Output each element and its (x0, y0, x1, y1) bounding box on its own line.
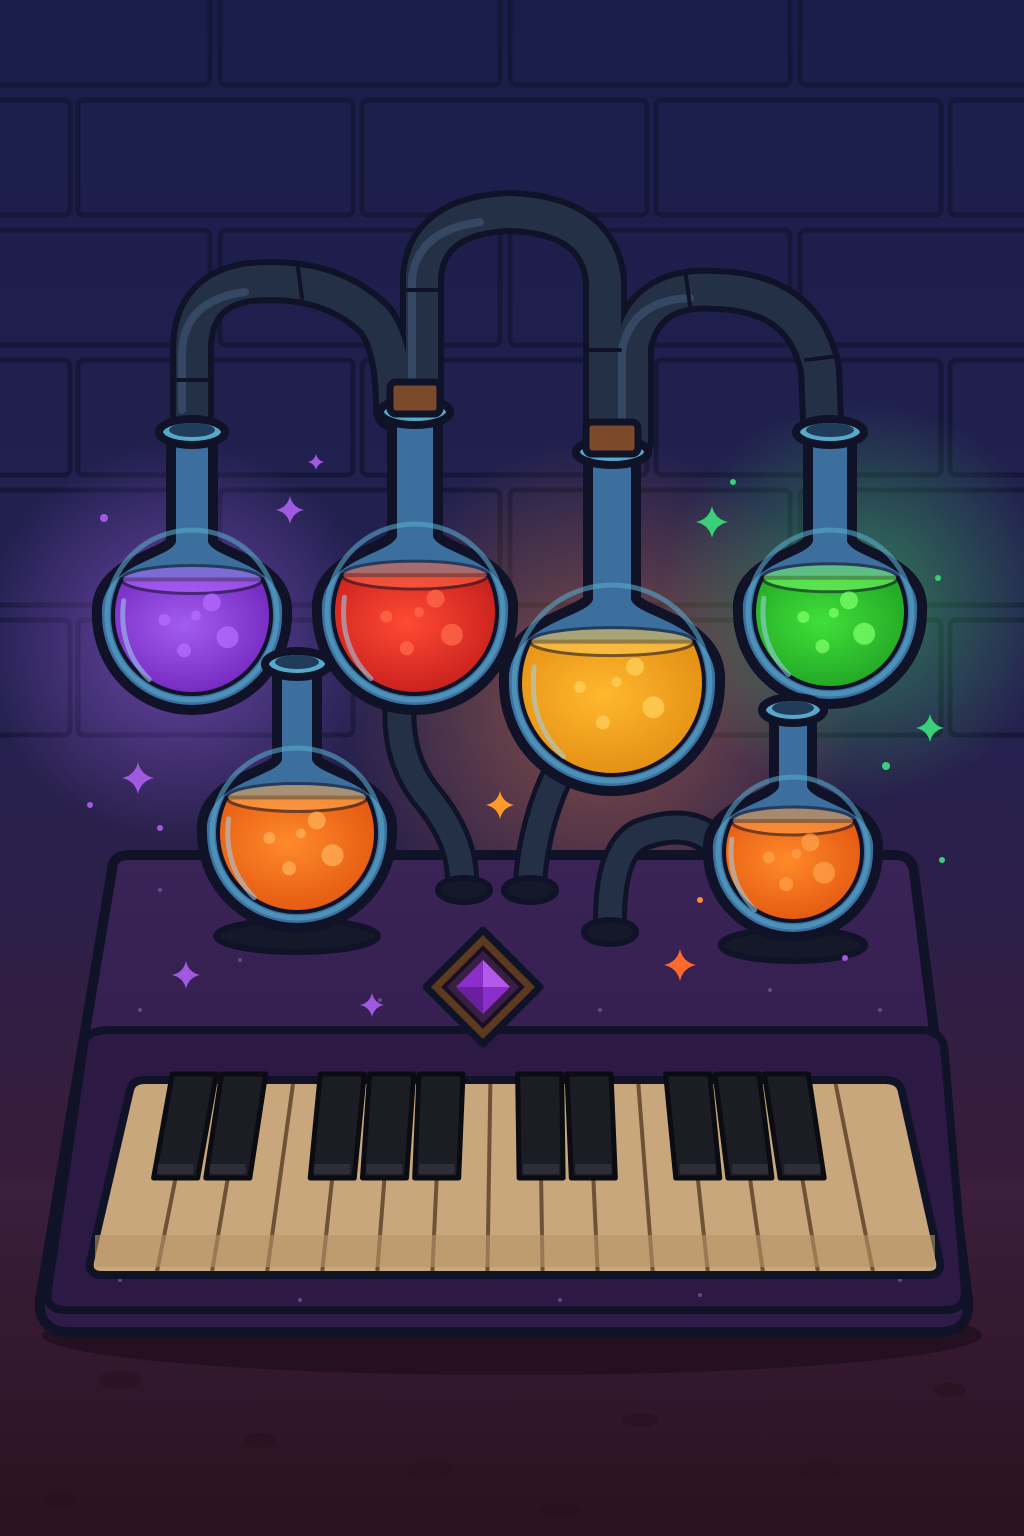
black-key (307, 1071, 367, 1181)
piano-keyboard (85, 1071, 945, 1279)
black-key (712, 1071, 775, 1181)
black-key (412, 1071, 466, 1181)
black-key (359, 1071, 417, 1181)
black-key (515, 1071, 566, 1181)
black-key (564, 1071, 618, 1181)
black-key (663, 1071, 723, 1181)
potion-organ-illustration (0, 0, 1024, 1536)
